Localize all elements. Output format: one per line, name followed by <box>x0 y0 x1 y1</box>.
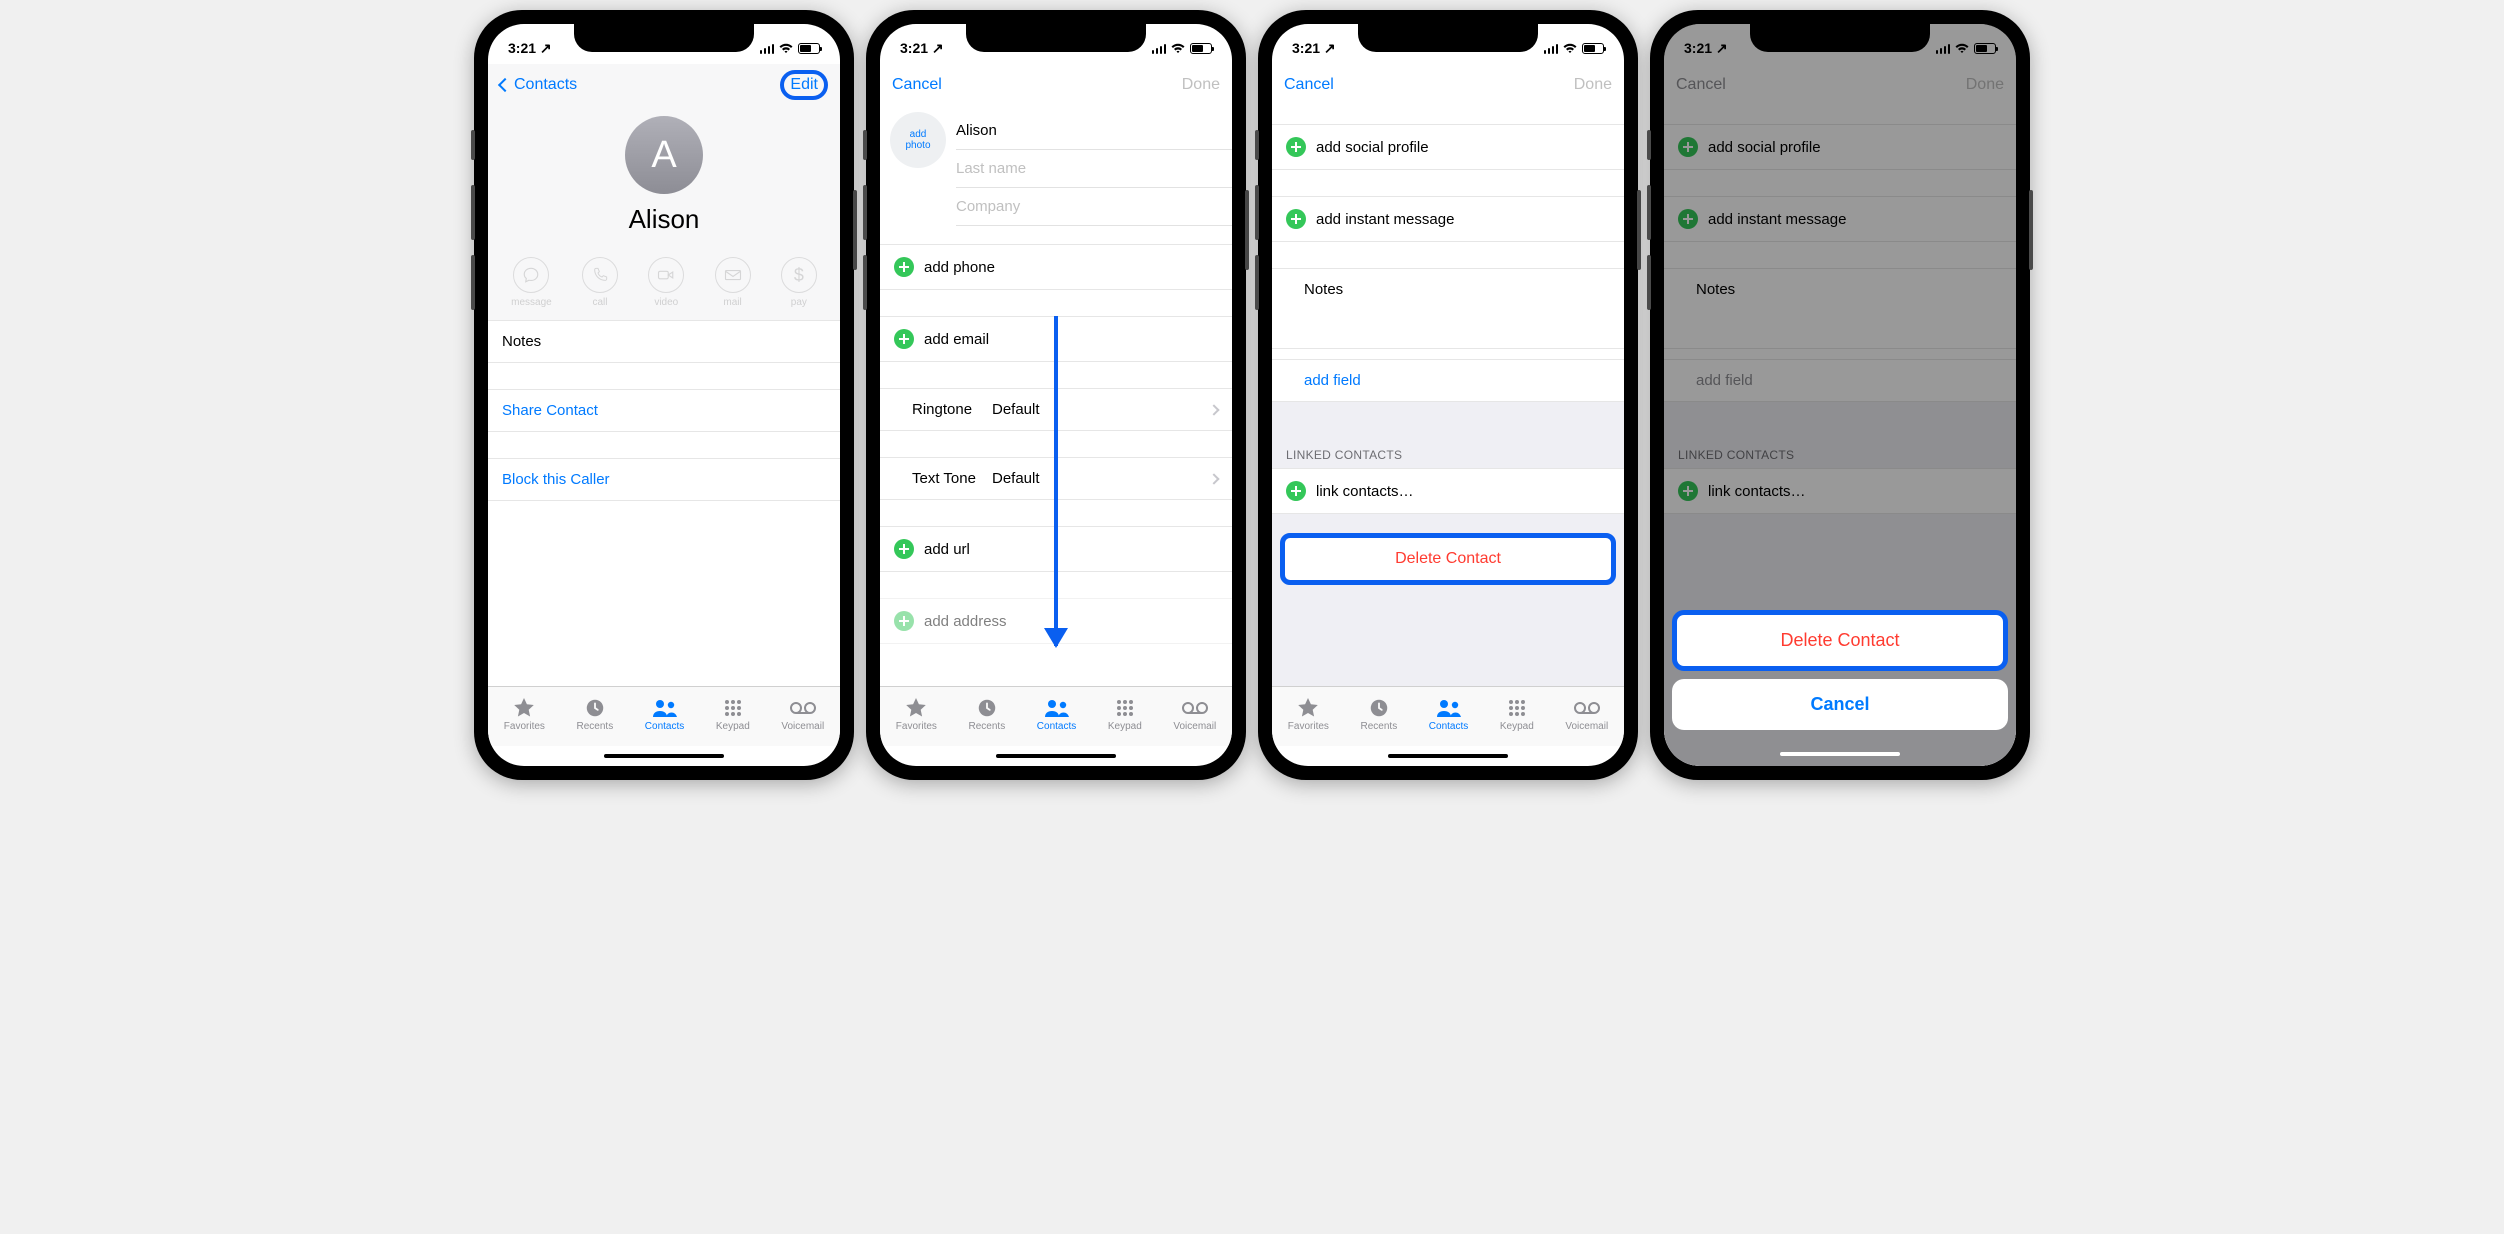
plus-icon <box>1286 209 1306 229</box>
notes-cell[interactable]: Notes <box>1272 268 1624 349</box>
pay-button[interactable]: $pay <box>781 257 817 308</box>
notes-cell[interactable]: Notes <box>488 320 840 363</box>
action-row: message call video mail $pay <box>488 251 840 320</box>
phone-frame-3: 3:21 ↗ Cancel Done add social profile ad… <box>1258 10 1638 780</box>
add-im-button[interactable]: add instant message <box>1272 196 1624 242</box>
action-delete-button[interactable]: Delete Contact <box>1672 610 2008 671</box>
first-name-input[interactable] <box>956 112 1232 150</box>
tab-keypad[interactable]: Keypad <box>716 697 750 732</box>
phone-frame-2: 3:21 ↗ Cancel Done addphoto Last name Co… <box>866 10 1246 780</box>
contacts-icon <box>651 697 679 719</box>
phone-frame-4: 3:21 ↗ Cancel Done add social profile ad… <box>1650 10 2030 780</box>
video-button[interactable]: video <box>648 257 684 308</box>
tab-keypad[interactable]: Keypad <box>1108 697 1142 732</box>
company-input[interactable]: Company <box>956 188 1232 226</box>
nav-bar: Contacts Edit <box>488 64 840 106</box>
contact-name: Alison <box>629 204 700 235</box>
delete-contact-button[interactable]: Delete Contact <box>1280 533 1616 585</box>
chevron-left-icon <box>498 78 512 92</box>
add-social-button[interactable]: add social profile <box>1272 124 1624 170</box>
action-cancel-button[interactable]: Cancel <box>1672 679 2008 730</box>
voicemail-icon <box>789 697 817 719</box>
block-caller-button[interactable]: Block this Caller <box>488 458 840 501</box>
avatar: A <box>625 116 703 194</box>
tab-contacts[interactable]: Contacts <box>1429 697 1468 732</box>
back-button[interactable]: Contacts <box>500 76 577 94</box>
tab-favorites[interactable]: Favorites <box>504 697 545 732</box>
keypad-icon <box>723 697 743 719</box>
home-indicator[interactable] <box>1780 752 1900 756</box>
tab-voicemail[interactable]: Voicemail <box>1173 697 1216 732</box>
nav-bar: Cancel Done <box>1272 64 1624 106</box>
edit-button[interactable]: Edit <box>780 70 828 100</box>
tab-bar: Favorites Recents Contacts Keypad Voicem… <box>488 686 840 746</box>
done-button[interactable]: Done <box>1574 76 1612 94</box>
cancel-button[interactable]: Cancel <box>1284 76 1334 94</box>
plus-icon <box>1286 137 1306 157</box>
tab-recents[interactable]: Recents <box>1361 697 1398 732</box>
link-contacts-button[interactable]: link contacts… <box>1272 468 1624 514</box>
tab-favorites[interactable]: Favorites <box>896 697 937 732</box>
plus-icon <box>894 611 914 631</box>
home-indicator[interactable] <box>1388 754 1508 758</box>
clock-icon <box>584 697 606 719</box>
signal-icon <box>760 43 775 54</box>
notch <box>574 24 754 52</box>
tab-keypad[interactable]: Keypad <box>1500 697 1534 732</box>
tab-contacts[interactable]: Contacts <box>1037 697 1076 732</box>
tab-recents[interactable]: Recents <box>577 697 614 732</box>
share-contact-button[interactable]: Share Contact <box>488 389 840 432</box>
add-field-button[interactable]: add field <box>1272 359 1624 402</box>
nav-bar: Cancel Done <box>880 64 1232 106</box>
message-button[interactable]: message <box>511 257 552 308</box>
action-sheet: Delete Contact Cancel <box>1672 610 2008 756</box>
done-button[interactable]: Done <box>1182 76 1220 94</box>
tab-voicemail[interactable]: Voicemail <box>1565 697 1608 732</box>
mail-button[interactable]: mail <box>715 257 751 308</box>
scroll-arrow-annotation <box>1054 316 1058 646</box>
battery-icon <box>798 43 820 54</box>
last-name-input[interactable]: Last name <box>956 150 1232 188</box>
tab-favorites[interactable]: Favorites <box>1288 697 1329 732</box>
plus-icon <box>894 257 914 277</box>
cancel-button[interactable]: Cancel <box>892 76 942 94</box>
call-button[interactable]: call <box>582 257 618 308</box>
plus-icon <box>1286 481 1306 501</box>
star-icon <box>512 697 536 719</box>
chevron-right-icon <box>1208 404 1219 415</box>
plus-icon <box>894 539 914 559</box>
add-photo-button[interactable]: addphoto <box>890 112 946 168</box>
wifi-icon <box>778 42 794 54</box>
home-indicator[interactable] <box>604 754 724 758</box>
add-phone-button[interactable]: add phone <box>880 244 1232 290</box>
home-indicator[interactable] <box>996 754 1116 758</box>
chevron-right-icon <box>1208 473 1219 484</box>
tab-voicemail[interactable]: Voicemail <box>781 697 824 732</box>
linked-contacts-header: LINKED CONTACTS <box>1272 442 1624 468</box>
phone-frame-1: 3:21 ↗ Contacts Edit A Alison message ca… <box>474 10 854 780</box>
plus-icon <box>894 329 914 349</box>
tab-recents[interactable]: Recents <box>969 697 1006 732</box>
tab-contacts[interactable]: Contacts <box>645 697 684 732</box>
